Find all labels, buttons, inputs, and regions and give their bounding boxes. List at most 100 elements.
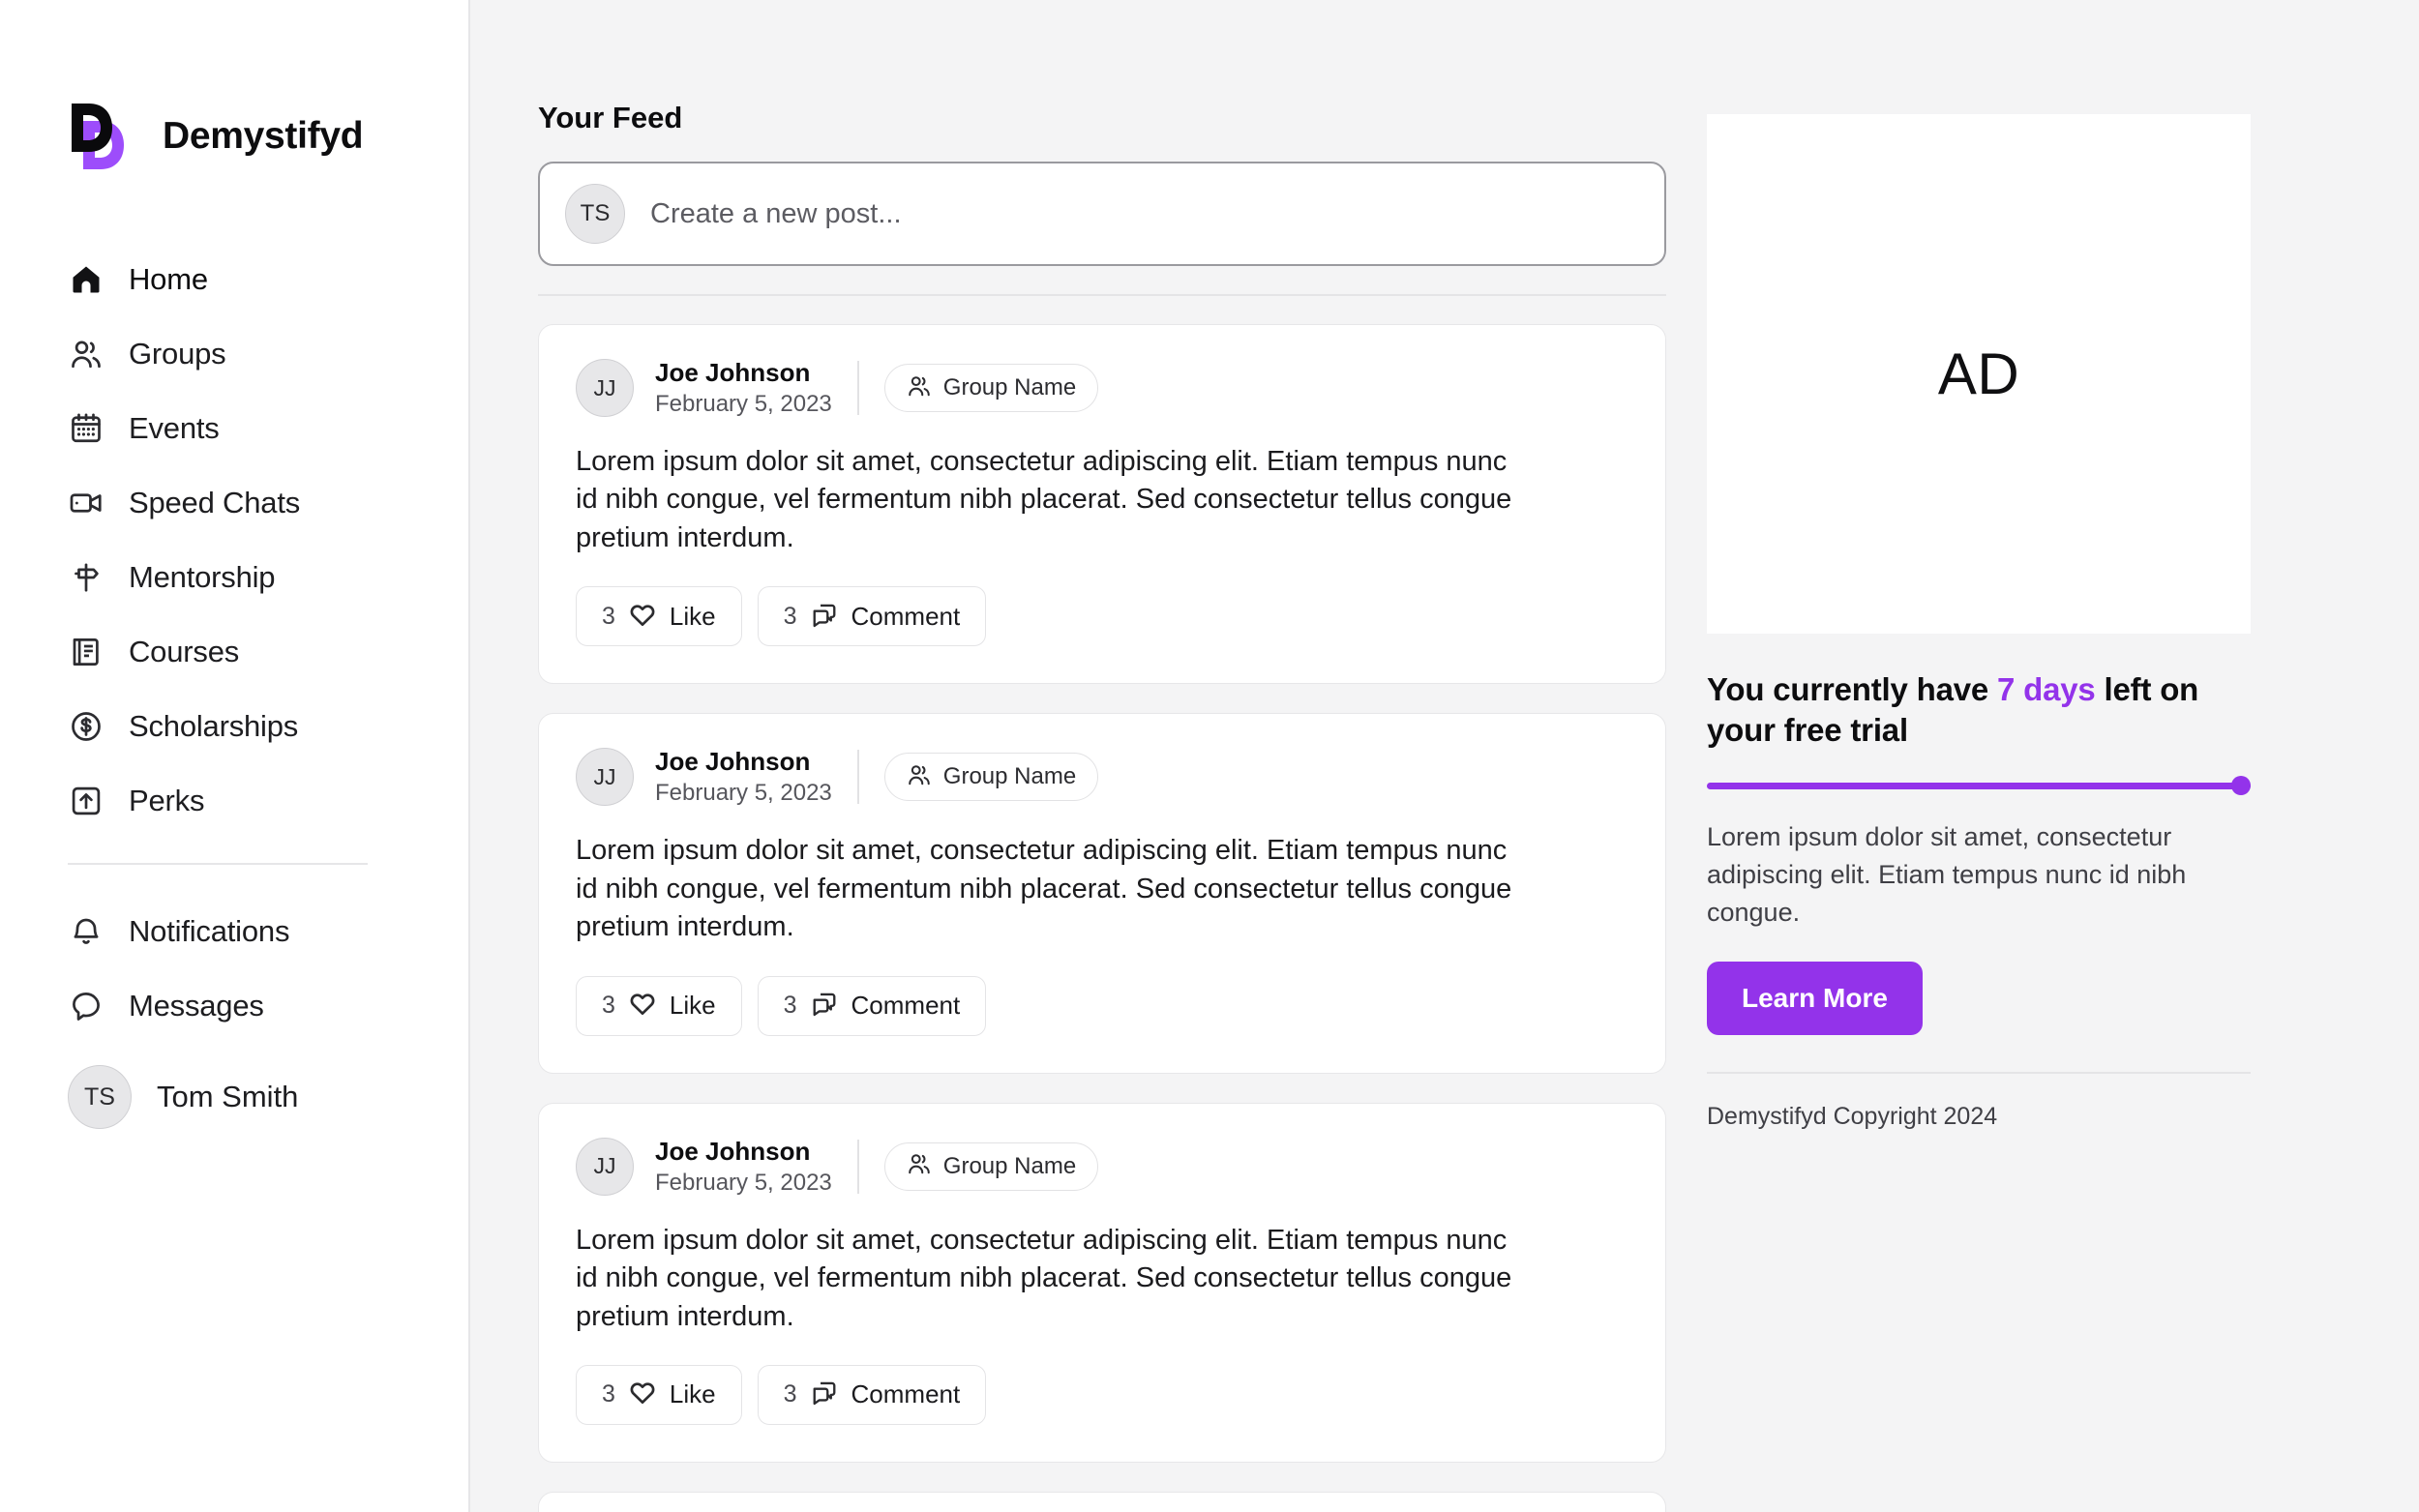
post-author[interactable]: Joe Johnson xyxy=(655,358,832,388)
user-name: Tom Smith xyxy=(157,1080,299,1113)
post-body: Lorem ipsum dolor sit amet, consectetur … xyxy=(576,1224,1512,1332)
post-body: Lorem ipsum dolor sit amet, consectetur … xyxy=(576,835,1512,943)
divider xyxy=(856,1139,859,1194)
comment-button[interactable]: 3 Comment xyxy=(757,1364,987,1425)
sidebar-item-notifications[interactable]: Notifications xyxy=(68,894,468,968)
trial-progress-track xyxy=(1707,782,2251,789)
like-label: Like xyxy=(669,601,716,631)
chat-bubble-icon xyxy=(68,988,105,1024)
heart-icon xyxy=(629,991,656,1021)
comment-bubbles-icon xyxy=(811,991,838,1021)
sidebar-item-messages[interactable]: Messages xyxy=(68,968,468,1043)
post-body: Lorem ipsum dolor sit amet, consectetur … xyxy=(576,446,1512,553)
post-author[interactable]: Joe Johnson xyxy=(655,1137,832,1167)
sidebar-item-label: Courses xyxy=(129,634,240,668)
post-date: February 5, 2023 xyxy=(655,780,832,807)
post-card xyxy=(538,1491,1666,1512)
avatar: JJ xyxy=(576,1137,634,1196)
comment-button[interactable]: 3 Comment xyxy=(757,586,987,647)
post-actions: 3 Like 3 Comment xyxy=(576,975,1628,1036)
post-card: JJ Joe Johnson February 5, 2023 Group Na… xyxy=(538,324,1666,685)
heart-icon xyxy=(629,602,656,632)
secondary-nav: Notifications Messages xyxy=(68,894,468,1043)
footer-divider xyxy=(1707,1072,2251,1075)
trial-headline: You currently have 7 days left on your f… xyxy=(1707,669,2210,751)
primary-nav: Home Groups Events Speed Chats Mentorshi… xyxy=(68,242,468,838)
group-name: Group Name xyxy=(942,374,1077,400)
learn-more-button[interactable]: Learn More xyxy=(1707,962,1923,1036)
post-identity: Joe Johnson February 5, 2023 xyxy=(655,358,832,418)
group-badge[interactable]: Group Name xyxy=(883,364,1099,412)
create-post-box[interactable]: TS Create a new post... xyxy=(538,162,1666,266)
bell-icon xyxy=(68,913,105,950)
like-button[interactable]: 3 Like xyxy=(576,1364,742,1425)
post-author[interactable]: Joe Johnson xyxy=(655,747,832,777)
like-count: 3 xyxy=(602,602,615,630)
divider xyxy=(856,361,859,415)
comment-count: 3 xyxy=(783,602,797,630)
comment-button[interactable]: 3 Comment xyxy=(757,975,987,1036)
sidebar-item-label: Notifications xyxy=(129,913,290,948)
comment-count: 3 xyxy=(783,1380,797,1408)
trial-prefix: You currently have xyxy=(1707,671,1998,707)
group-name: Group Name xyxy=(942,763,1077,790)
sidebar-item-label: Groups xyxy=(129,336,226,371)
comment-label: Comment xyxy=(851,1379,961,1409)
feed-divider xyxy=(538,294,1666,296)
trial-days: 7 days xyxy=(1997,671,2096,707)
create-post-input[interactable]: Create a new post... xyxy=(650,198,902,230)
trial-progress-knob xyxy=(2231,776,2251,796)
sidebar-item-home[interactable]: Home xyxy=(68,242,468,316)
copyright-text: Demystifyd Copyright 2024 xyxy=(1707,1103,1998,1131)
sidebar-divider xyxy=(68,863,368,865)
brand-name: Demystifyd xyxy=(163,115,364,157)
post-date: February 5, 2023 xyxy=(655,391,832,417)
group-badge[interactable]: Group Name xyxy=(883,753,1099,802)
sidebar-item-label: Mentorship xyxy=(129,559,276,594)
users-icon xyxy=(907,762,932,792)
post-card: JJ Joe Johnson February 5, 2023 Group Na… xyxy=(538,713,1666,1074)
book-icon xyxy=(68,634,105,670)
trial-description: Lorem ipsum dolor sit amet, consectetur … xyxy=(1707,822,2187,927)
like-button[interactable]: 3 Like xyxy=(576,586,742,647)
sidebar-item-label: Speed Chats xyxy=(129,485,301,519)
sidebar-user-profile[interactable]: TS Tom Smith xyxy=(68,1056,468,1138)
post-card: JJ Joe Johnson February 5, 2023 Group Na… xyxy=(538,1102,1666,1463)
brand[interactable]: Demystifyd xyxy=(68,101,468,172)
sidebar-item-mentorship[interactable]: Mentorship xyxy=(68,540,468,614)
comment-bubbles-icon xyxy=(811,1379,838,1409)
double-d-logo-icon xyxy=(68,101,137,172)
sidebar-item-label: Events xyxy=(129,410,220,445)
dollar-coin-icon xyxy=(68,708,105,745)
ad-label: AD xyxy=(1937,341,2020,406)
sidebar-item-label: Perks xyxy=(129,783,205,817)
signpost-icon xyxy=(68,559,105,596)
post-header: JJ Joe Johnson February 5, 2023 Group Na… xyxy=(576,1137,1628,1197)
group-badge[interactable]: Group Name xyxy=(883,1141,1099,1191)
users-icon xyxy=(907,373,932,403)
sidebar-item-label: Home xyxy=(129,261,208,296)
post-identity: Joe Johnson February 5, 2023 xyxy=(655,1137,832,1197)
left-sidebar: Demystifyd Home Groups Events Speed Chat… xyxy=(0,0,470,1512)
sidebar-item-courses[interactable]: Courses xyxy=(68,614,468,689)
calendar-icon xyxy=(68,410,105,447)
sidebar-item-speed-chats[interactable]: Speed Chats xyxy=(68,465,468,540)
post-actions: 3 Like 3 Comment xyxy=(576,1364,1628,1425)
avatar: TS xyxy=(565,184,625,244)
comment-label: Comment xyxy=(851,601,961,631)
sidebar-item-groups[interactable]: Groups xyxy=(68,316,468,391)
like-count: 3 xyxy=(602,1380,615,1408)
ad-banner[interactable]: AD xyxy=(1707,114,2251,634)
post-date: February 5, 2023 xyxy=(655,1169,832,1196)
sidebar-item-scholarships[interactable]: Scholarships xyxy=(68,689,468,763)
sidebar-item-events[interactable]: Events xyxy=(68,391,468,465)
app-root: Demystifyd Home Groups Events Speed Chat… xyxy=(0,0,2419,1512)
sidebar-item-perks[interactable]: Perks xyxy=(68,763,468,838)
avatar: JJ xyxy=(576,359,634,417)
feed-column: Your Feed TS Create a new post... JJ Joe… xyxy=(470,101,1666,1512)
trial-progress-bar xyxy=(1707,776,2251,796)
like-button[interactable]: 3 Like xyxy=(576,975,742,1036)
sidebar-item-label: Messages xyxy=(129,988,264,1023)
like-count: 3 xyxy=(602,992,615,1020)
like-label: Like xyxy=(669,991,716,1021)
